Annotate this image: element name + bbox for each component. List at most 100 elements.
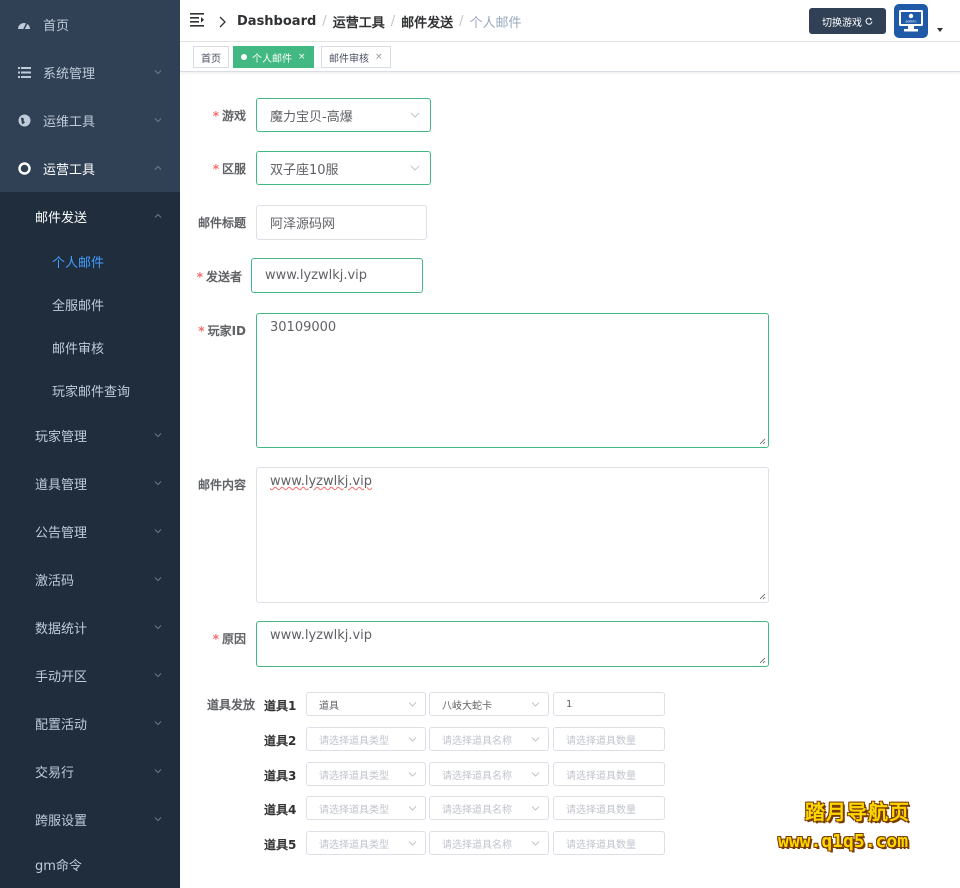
- mail-title-input[interactable]: 阿泽源码网: [256, 205, 427, 240]
- caret-down-icon[interactable]: [937, 28, 943, 32]
- item-name-value: 八岐大蛇卡: [442, 700, 492, 712]
- chevron-down-icon: [154, 70, 162, 75]
- sidebar-item-mail-review[interactable]: 邮件审核: [0, 326, 180, 369]
- mail-content-textarea[interactable]: www.lyzwlkj.vip: [256, 467, 769, 603]
- switch-game-label: 切换游戏: [822, 17, 862, 29]
- sidebar-item-system[interactable]: 系统管理: [0, 48, 180, 96]
- close-icon[interactable]: ×: [298, 52, 306, 62]
- chevron-down-icon: [154, 769, 162, 774]
- sidebar-item-label: 激活码: [35, 573, 75, 589]
- items-label: 道具发放: [206, 698, 255, 712]
- resize-grip-icon[interactable]: [759, 438, 766, 445]
- chevron-right-icon: [219, 16, 226, 27]
- game-select[interactable]: 魔力宝贝-高爆: [256, 98, 431, 132]
- sidebar-item-cross-server[interactable]: 跨服设置: [0, 795, 180, 843]
- item-row-label: 道具5: [264, 838, 297, 852]
- chevron-down-icon: [154, 625, 162, 630]
- chevron-down-icon: [531, 702, 540, 707]
- item-type-select[interactable]: 请选择道具类型: [306, 796, 426, 820]
- item-type-select[interactable]: 请选择道具类型: [306, 727, 426, 751]
- chevron-down-icon: [408, 841, 417, 846]
- resize-grip-icon[interactable]: [759, 657, 766, 664]
- sidebar-item-manual-server[interactable]: 手动开区: [0, 651, 180, 699]
- item-qty-input[interactable]: 请选择道具数量: [553, 831, 665, 855]
- sidebar-item-trade[interactable]: 交易行: [0, 747, 180, 795]
- sidebar-item-label: 首页: [43, 18, 70, 34]
- sidebar-item-ops[interactable]: 运维工具: [0, 96, 180, 144]
- item-type-select[interactable]: 道具: [306, 692, 426, 716]
- sidebar-item-mail-send[interactable]: 邮件发送: [0, 192, 180, 240]
- sidebar-item-item-manage[interactable]: 道具管理: [0, 459, 180, 507]
- item-qty-input[interactable]: 请选择道具数量: [553, 796, 665, 820]
- breadcrumb-mail-send[interactable]: 邮件发送: [401, 12, 453, 31]
- tag-personal-mail[interactable]: 个人邮件 ×: [233, 46, 314, 68]
- sidebar-item-label: gm命令: [35, 858, 82, 874]
- item-qty-input[interactable]: 请选择道具数量: [553, 762, 665, 786]
- sidebar-item-personal-mail[interactable]: 个人邮件: [0, 240, 180, 283]
- item-name-select[interactable]: 请选择道具名称: [429, 727, 549, 751]
- item-qty-input[interactable]: 请选择道具数量: [553, 727, 665, 751]
- chevron-down-icon: [154, 673, 162, 678]
- tags-view: 首页 个人邮件 × 邮件审核 ×: [180, 42, 960, 72]
- item-name-placeholder: 请选择道具名称: [442, 770, 512, 782]
- sender-value: www.lyzwlkj.vip: [265, 268, 368, 283]
- breadcrumb-operation[interactable]: 运营工具: [333, 12, 385, 31]
- refresh-icon: [865, 17, 873, 25]
- sidebar-item-config-activity[interactable]: 配置活动: [0, 699, 180, 747]
- breadcrumb-dashboard[interactable]: Dashboard: [237, 14, 316, 29]
- sidebar-item-label: 个人邮件: [52, 256, 105, 271]
- server-label: * 区服: [212, 162, 246, 176]
- sidebar-item-label: 全服邮件: [52, 299, 105, 314]
- sender-input[interactable]: www.lyzwlkj.vip: [251, 258, 423, 293]
- navbar: Dashboard / 运营工具 / 邮件发送 / 个人邮件 切换游戏 admi…: [180, 0, 960, 42]
- reason-textarea[interactable]: www.lyzwlkj.vip: [256, 621, 769, 667]
- chevron-down-icon: [154, 529, 162, 534]
- sidebar-item-label: 道具管理: [35, 477, 88, 493]
- item-name-select[interactable]: 八岐大蛇卡: [429, 692, 549, 716]
- sidebar-item-gm-command[interactable]: gm命令: [0, 840, 180, 888]
- list-icon: [17, 65, 31, 79]
- sidebar-item-label: 交易行: [35, 765, 75, 781]
- item-type-select[interactable]: 请选择道具类型: [306, 762, 426, 786]
- reason-label: * 原因: [212, 632, 246, 646]
- player-id-textarea[interactable]: 30109000: [256, 313, 769, 448]
- server-select[interactable]: 双子座10服: [256, 151, 431, 185]
- chevron-down-icon: [408, 737, 417, 742]
- avatar[interactable]: admin: [894, 4, 928, 38]
- item-name-select[interactable]: 请选择道具名称: [429, 831, 549, 855]
- sidebar-item-home[interactable]: 首页: [0, 0, 180, 48]
- sender-label: * 发送者: [196, 270, 242, 284]
- chevron-down-icon: [531, 772, 540, 777]
- hamburger-icon[interactable]: [190, 13, 206, 27]
- item-type-select[interactable]: 请选择道具类型: [306, 831, 426, 855]
- watermark-url: www.q1q5.com: [778, 831, 909, 852]
- breadcrumb-current: 个人邮件: [469, 16, 522, 31]
- sidebar-item-notice-manage[interactable]: 公告管理: [0, 507, 180, 555]
- sidebar: 首页 系统管理 运维工具 运营工具 邮件发送 个人邮件 全服邮件 邮件审核 玩家…: [0, 0, 180, 888]
- sidebar-item-data-stats[interactable]: 数据统计: [0, 603, 180, 651]
- switch-game-button[interactable]: 切换游戏: [809, 8, 886, 34]
- item-name-select[interactable]: 请选择道具名称: [429, 796, 549, 820]
- item-qty-input[interactable]: 1: [553, 692, 665, 716]
- sidebar-item-activation-code[interactable]: 激活码: [0, 555, 180, 603]
- sidebar-item-label: 配置活动: [35, 717, 88, 733]
- chevron-down-icon: [154, 481, 162, 486]
- tag-mail-review[interactable]: 邮件审核 ×: [321, 46, 391, 68]
- close-icon[interactable]: ×: [375, 52, 383, 62]
- sidebar-item-label: 数据统计: [35, 621, 88, 637]
- tag-home[interactable]: 首页: [193, 46, 229, 68]
- sidebar-item-all-server-mail[interactable]: 全服邮件: [0, 283, 180, 326]
- sidebar-item-operation[interactable]: 运营工具: [0, 144, 180, 192]
- sidebar-item-player-manage[interactable]: 玩家管理: [0, 411, 180, 459]
- item-qty-placeholder: 请选择道具数量: [566, 839, 636, 851]
- chevron-down-icon: [154, 817, 162, 822]
- sidebar-item-player-mail-query[interactable]: 玩家邮件查询: [0, 369, 180, 412]
- item-name-placeholder: 请选择道具名称: [442, 839, 512, 851]
- monitor-icon: admin: [899, 10, 923, 32]
- game-select-value: 魔力宝贝-高爆: [270, 109, 353, 125]
- mail-title-value: 阿泽源码网: [270, 217, 336, 232]
- server-select-value: 双子座10服: [270, 162, 339, 178]
- chevron-down-icon: [531, 806, 540, 811]
- resize-grip-icon[interactable]: [759, 593, 766, 600]
- item-name-select[interactable]: 请选择道具名称: [429, 762, 549, 786]
